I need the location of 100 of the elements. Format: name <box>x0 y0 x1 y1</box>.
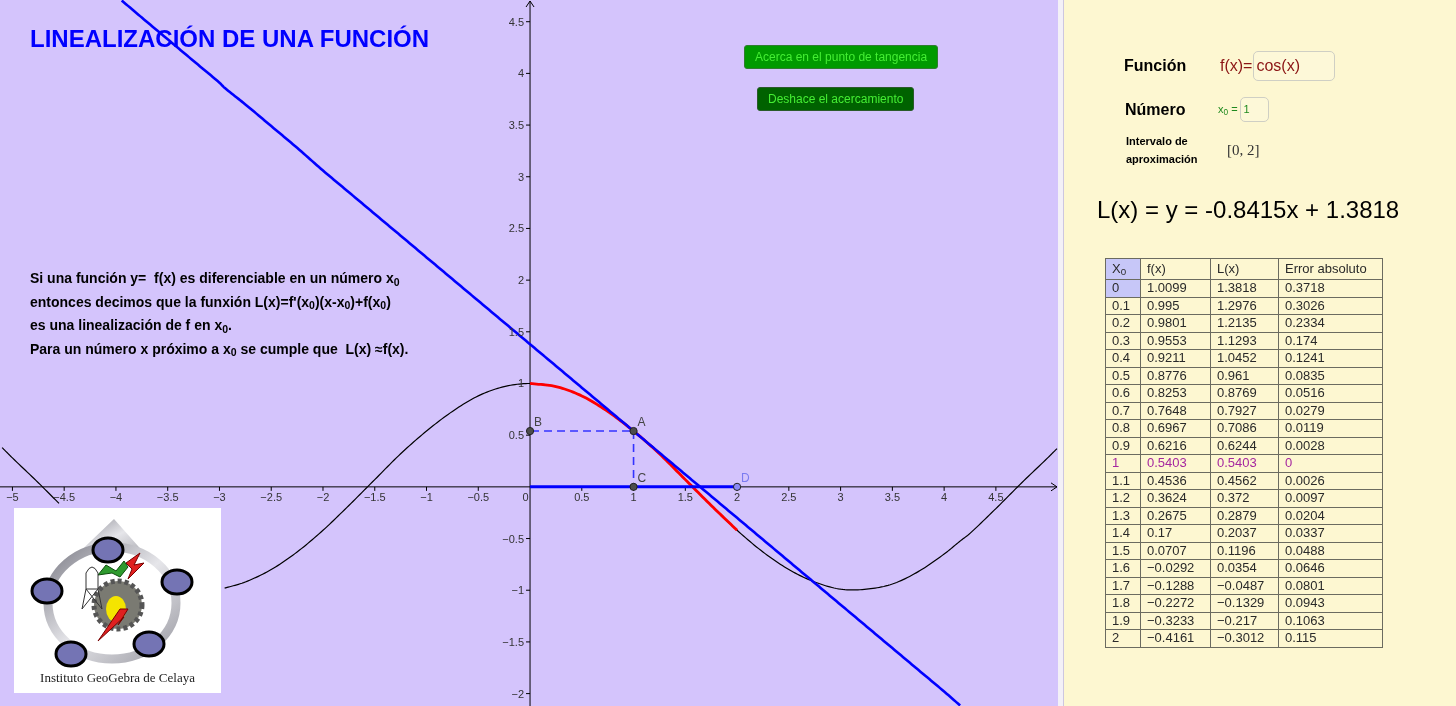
table-cell: 0.5403 <box>1140 454 1211 472</box>
table-cell: −0.217 <box>1210 612 1279 630</box>
column-header: L(x) <box>1210 258 1279 280</box>
axis-tick-label: −1 <box>511 584 525 597</box>
table-cell: 0.1241 <box>1278 349 1383 367</box>
point-label: B <box>534 415 543 430</box>
linear-equation: L(x) = y = -0.8415x + 1.3818 <box>1097 195 1400 225</box>
table-cell: 0.995 <box>1140 297 1211 315</box>
table-cell: 1.2135 <box>1210 314 1279 332</box>
table-cell: 0.0354 <box>1210 559 1279 577</box>
table-cell: 1.2976 <box>1210 297 1279 315</box>
axis-tick-label: 1 <box>517 377 525 390</box>
axis-tick-label: −2 <box>316 490 330 503</box>
axis-tick-label: 2 <box>734 490 741 503</box>
point-marker[interactable] <box>525 426 535 436</box>
table-cell: 0.7 <box>1105 402 1141 420</box>
axis-tick-label: 1.5 <box>677 490 693 503</box>
table-cell: 0.9211 <box>1140 349 1211 367</box>
table-cell: 0.3026 <box>1278 297 1383 315</box>
table-cell: 0.6967 <box>1140 419 1211 437</box>
axis-tick-label: −2.5 <box>260 490 283 503</box>
axis-tick-label: −4.5 <box>53 490 76 503</box>
axis-tick-label: 2 <box>517 274 525 287</box>
axis-tick-label: 0.5 <box>574 490 590 503</box>
table-cell: 0.0646 <box>1278 559 1383 577</box>
table-cell: 0.6 <box>1105 384 1141 402</box>
table-cell: 0.174 <box>1278 332 1383 350</box>
table-cell: 0.4536 <box>1140 472 1211 490</box>
axis-tick-label: −0.5 <box>502 532 525 545</box>
table-cell: 0.0516 <box>1278 384 1383 402</box>
table-cell: 0.9553 <box>1140 332 1211 350</box>
axis-tick-label: −4 <box>109 490 123 503</box>
table-cell: 0.2037 <box>1210 524 1279 542</box>
table-cell: 0.9801 <box>1140 314 1211 332</box>
axis-tick-label: −1 <box>420 490 433 503</box>
table-cell: 0.0707 <box>1140 542 1211 560</box>
function-heading: Función <box>1124 56 1188 76</box>
point-label: A <box>637 415 646 430</box>
table-cell: 0.2334 <box>1278 314 1383 332</box>
table-cell: 0.0943 <box>1278 594 1383 612</box>
table-cell: 0.8769 <box>1210 384 1279 402</box>
table-cell: 1.4 <box>1105 524 1141 542</box>
table-cell: 0.6244 <box>1210 437 1279 455</box>
point-label: D <box>741 470 750 485</box>
table-cell: 0.961 <box>1210 367 1279 385</box>
axis-tick-label: 0 <box>522 490 529 503</box>
definition-text: Si una función y= f(x) es diferenciable en un número x$_{0}$ entonces decimos que la funxión L(x)=f'(x$_{0}$)(x-x$_{0}$)+f(x$_{0}$) es una linealización de f en x$_{0}$. Para un número x próximo a x$_{0}$ se cumple que L(x) ≈f(x). <box>30 269 409 361</box>
table-cell: −0.1329 <box>1210 594 1279 612</box>
table-cell: 1.9 <box>1105 612 1141 630</box>
table-cell: 1.5 <box>1105 542 1141 560</box>
number-label: x$_{0}$ = <box>1218 102 1238 118</box>
function-label: f(x)= <box>1220 56 1253 76</box>
table-cell: 0.2879 <box>1210 507 1279 525</box>
table-cell: 0.0119 <box>1278 419 1383 437</box>
axis-tick-label: −2 <box>511 687 525 700</box>
column-header: Error absoluto <box>1278 258 1383 280</box>
table-cell: 0.1196 <box>1210 542 1279 560</box>
table-cell: 1.0452 <box>1210 349 1279 367</box>
point-marker[interactable] <box>733 482 742 491</box>
table-cell: 0.5 <box>1105 367 1141 385</box>
table-cell: 0.3624 <box>1140 489 1211 507</box>
function-field[interactable]: cos(x) <box>1253 51 1336 81</box>
axis-tick-label: 2.5 <box>781 490 797 503</box>
table-cell: −0.1288 <box>1140 577 1211 595</box>
table-cell: −0.3233 <box>1140 612 1211 630</box>
point-label: C <box>637 470 647 485</box>
table-cell: 1.8 <box>1105 594 1141 612</box>
interval-heading: Intervalo de aproximación <box>1126 134 1199 167</box>
logo-caption: Instituto GeoGebra de Celaya <box>40 670 195 686</box>
table-cell: 0.0026 <box>1278 472 1383 490</box>
axis-tick-label: 4.5 <box>508 15 525 28</box>
axis-tick-label: 3 <box>517 170 525 183</box>
point-marker[interactable] <box>629 426 638 436</box>
axis-tick-label: 1 <box>630 490 637 503</box>
interval-value: [0, 2] <box>1227 140 1260 160</box>
table-cell: 1.1293 <box>1210 332 1279 350</box>
table-cell: −0.0487 <box>1210 577 1279 595</box>
table-cell: 1.1 <box>1105 472 1141 490</box>
axis-tick-label: −1.5 <box>363 490 386 503</box>
table-cell: 0.3 <box>1105 332 1141 350</box>
table-cell: 0.7927 <box>1210 402 1279 420</box>
table-cell: 0.8253 <box>1140 384 1211 402</box>
table-cell: −0.4161 <box>1140 629 1211 647</box>
table-cell: 0.6216 <box>1140 437 1211 455</box>
axis-tick-label: 3.5 <box>884 490 900 503</box>
undo-zoom-button[interactable]: Deshace el acercamiento <box>757 87 915 111</box>
axis-tick-label: −0.5 <box>467 490 490 503</box>
table-cell: 0.7086 <box>1210 419 1279 437</box>
table-cell: 0.2 <box>1105 314 1141 332</box>
point-marker[interactable] <box>629 482 638 491</box>
table-cell: 1.2 <box>1105 489 1141 507</box>
table-cell: 0.3718 <box>1278 279 1383 297</box>
table-cell: 0 <box>1278 454 1383 472</box>
table-cell: 0.0028 <box>1278 437 1383 455</box>
table-cell: 0.8 <box>1105 419 1141 437</box>
number-field[interactable]: 1 <box>1239 97 1269 122</box>
axis-tick-label: 4 <box>941 490 948 503</box>
axis-tick-label: 4.5 <box>988 490 1004 503</box>
table-cell: 0.0801 <box>1278 577 1383 595</box>
table-cell: 0.372 <box>1210 489 1279 507</box>
